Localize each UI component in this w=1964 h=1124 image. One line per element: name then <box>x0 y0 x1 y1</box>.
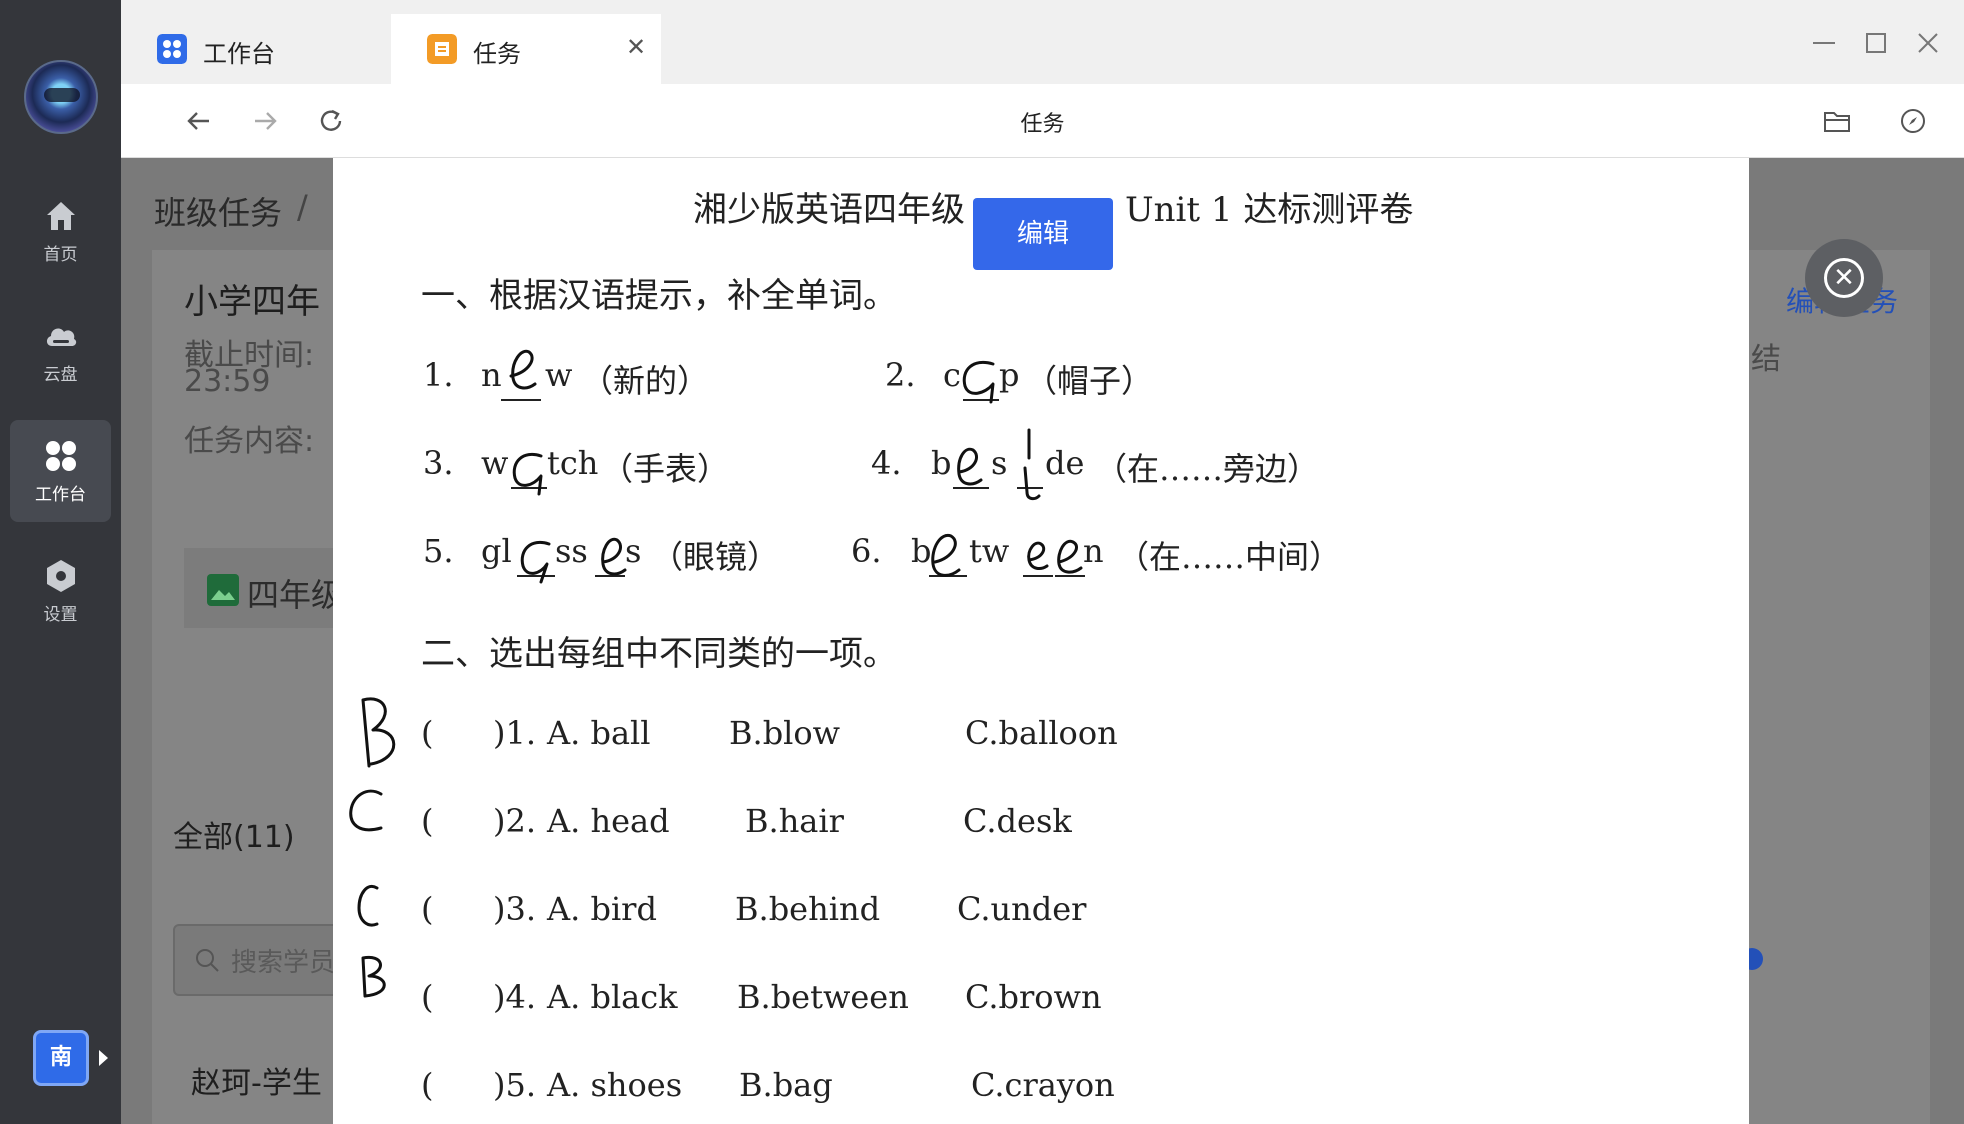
sidebar-item-label: 工作台 <box>35 485 86 505</box>
search-placeholder: 搜索学员 <box>231 948 336 978</box>
choice-option-c: C.balloon <box>965 714 1118 752</box>
choice-paren: ( <box>421 978 434 1016</box>
handwritten-C <box>357 885 379 927</box>
choice-option-c: C.desk <box>963 802 1072 840</box>
choice-number: )2. <box>493 802 537 840</box>
tab-task[interactable]: 任务 ✕ <box>391 14 661 84</box>
close-window-icon[interactable] <box>1911 26 1945 60</box>
choice-option-c: C.under <box>957 890 1087 928</box>
choice-option-c: C.brown <box>965 978 1102 1016</box>
choice-number: )5. <box>493 1066 537 1104</box>
search-icon <box>196 949 219 972</box>
handwritten-e <box>509 349 537 390</box>
status-text: 结 <box>1751 342 1781 377</box>
choice-option-b: B.behind <box>735 890 881 928</box>
address-bar: 任务 <box>121 84 1964 158</box>
section-2-heading: 二、选出每组中不同类的一项。 <box>421 634 897 674</box>
document-preview-modal: 湘少版英语四年级 Unit 1 达标测评卷 一、根据汉语提示，补全单词。 1. … <box>333 158 1749 1124</box>
handwritten-e <box>1057 539 1083 574</box>
maximize-icon[interactable] <box>1859 26 1893 60</box>
sidebar-item-cloud[interactable]: 云盘 <box>10 300 111 402</box>
choice-option-a: A. bird <box>547 890 657 928</box>
home-icon <box>47 202 75 230</box>
choice-number: )3. <box>493 890 537 928</box>
task-icon <box>427 34 457 64</box>
handwritten-e <box>957 447 983 486</box>
handwritten-e <box>931 533 961 577</box>
content-label: 任务内容: <box>184 424 315 459</box>
sidebar-item-label: 首页 <box>43 245 78 265</box>
choice-option-b: B.blow <box>729 714 841 752</box>
choice-option-b: B.between <box>737 978 909 1016</box>
handwritten-e <box>601 537 627 576</box>
org-badge[interactable]: 南 <box>33 1030 89 1086</box>
tab-label: 工作台 <box>203 40 275 68</box>
choice-number: )1. <box>493 714 537 752</box>
sidebar-item-home[interactable]: 首页 <box>10 180 111 282</box>
handwritten-C <box>349 789 383 832</box>
breadcrumb[interactable]: 班级任务 <box>154 188 282 234</box>
settings-icon <box>47 560 75 592</box>
handwritten-B <box>361 697 396 768</box>
close-circle-icon[interactable]: ✕ <box>1805 239 1883 317</box>
choice-option-a: A. head <box>547 802 670 840</box>
task-title: 小学四年 <box>184 282 320 322</box>
expand-caret-icon[interactable] <box>99 1050 108 1066</box>
folder-icon[interactable] <box>1821 105 1853 137</box>
student-name[interactable]: 赵珂-学生 <box>191 1058 322 1102</box>
breadcrumb-separator: / <box>297 188 308 226</box>
tab-workbench[interactable]: 工作台 <box>121 14 389 84</box>
close-tab-icon[interactable]: ✕ <box>621 32 651 62</box>
sidebar-item-settings[interactable]: 设置 <box>10 540 111 642</box>
edit-button[interactable]: 编辑 <box>973 198 1113 270</box>
handwritten-a <box>962 361 995 404</box>
sidebar-item-label: 设置 <box>43 605 78 625</box>
image-file-icon <box>207 574 239 606</box>
cloud-icon <box>46 328 77 346</box>
workbench-icon <box>46 441 76 471</box>
sidebar-item-workbench[interactable]: 工作台 <box>10 420 111 522</box>
choice-option-c: C.crayon <box>971 1066 1115 1104</box>
filter-all[interactable]: 全部(11) <box>173 812 295 856</box>
handwritten-B <box>361 955 386 998</box>
choice-option-b: B.hair <box>745 802 844 840</box>
choice-paren: ( <box>421 1066 434 1104</box>
choice-option-a: A. ball <box>547 714 651 752</box>
choice-option-b: B.bag <box>739 1066 833 1104</box>
handwritten-e <box>1027 541 1049 570</box>
attachment-name: 四年级 <box>247 576 344 614</box>
left-sidebar: 首页 云盘 工作台 设置 南 <box>0 0 121 1124</box>
choice-paren: ( <box>421 890 434 928</box>
compass-icon[interactable] <box>1897 105 1929 137</box>
app-window: 首页 云盘 工作台 设置 南 工作台 任务 ✕ 任务 班级任务 / 小学四年 截… <box>0 0 1964 1124</box>
browser-chrome: 工作台 任务 ✕ 任务 <box>121 0 1964 158</box>
deadline-time: 23:59 <box>184 364 271 399</box>
choice-option-a: A. shoes <box>547 1066 683 1104</box>
choice-option-a: A. black <box>547 978 678 1016</box>
workbench-icon <box>157 34 187 64</box>
sidebar-item-label: 云盘 <box>43 365 78 385</box>
choice-paren: ( <box>421 802 434 840</box>
tab-label: 任务 <box>473 40 521 68</box>
minimize-icon[interactable] <box>1807 26 1841 60</box>
choice-number: )4. <box>493 978 537 1016</box>
user-avatar[interactable] <box>24 60 98 134</box>
page-title: 任务 <box>1020 112 1065 137</box>
choice-paren: ( <box>421 714 434 752</box>
